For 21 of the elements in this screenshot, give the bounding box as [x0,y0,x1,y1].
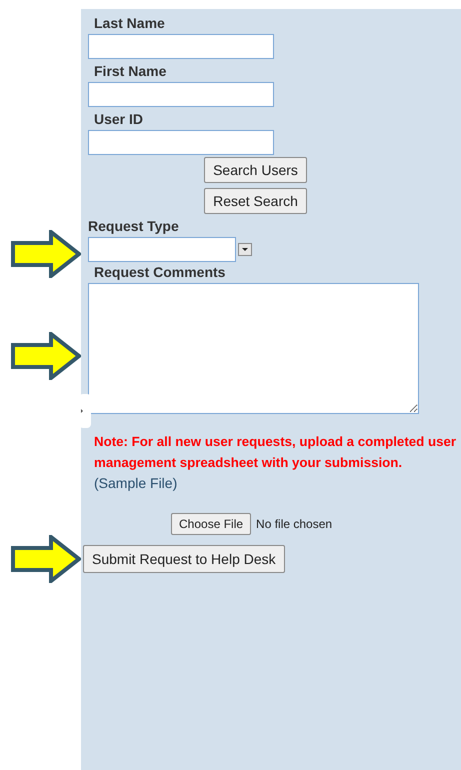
choose-file-button[interactable]: Choose File [171,513,252,535]
arrow-icon [11,230,81,278]
submit-button[interactable]: Submit Request to Help Desk [83,545,285,573]
sample-file-link[interactable]: (Sample File) [94,473,178,493]
search-button[interactable]: Reset Search [204,188,307,214]
file-status: No file chosen [256,517,332,531]
input-field[interactable] [88,82,274,107]
comments-field[interactable] [88,283,419,414]
field-label: First Name [94,63,166,80]
field-label: Request Type [88,218,179,235]
input-field[interactable] [88,34,274,59]
field-label: Last Name [94,15,165,32]
arrow-icon [11,332,81,380]
field-label: User ID [94,111,144,128]
dropdown-icon[interactable] [238,243,252,256]
search-button[interactable]: Search Users [204,157,307,183]
field-label: Request Comments [94,264,226,281]
arrow-icon [11,535,81,583]
note-text: Note: For all new user requests, upload a completed user management spreadsheet with your submission. [94,433,458,472]
input-field[interactable] [88,130,274,155]
request-type-field[interactable] [88,237,236,262]
